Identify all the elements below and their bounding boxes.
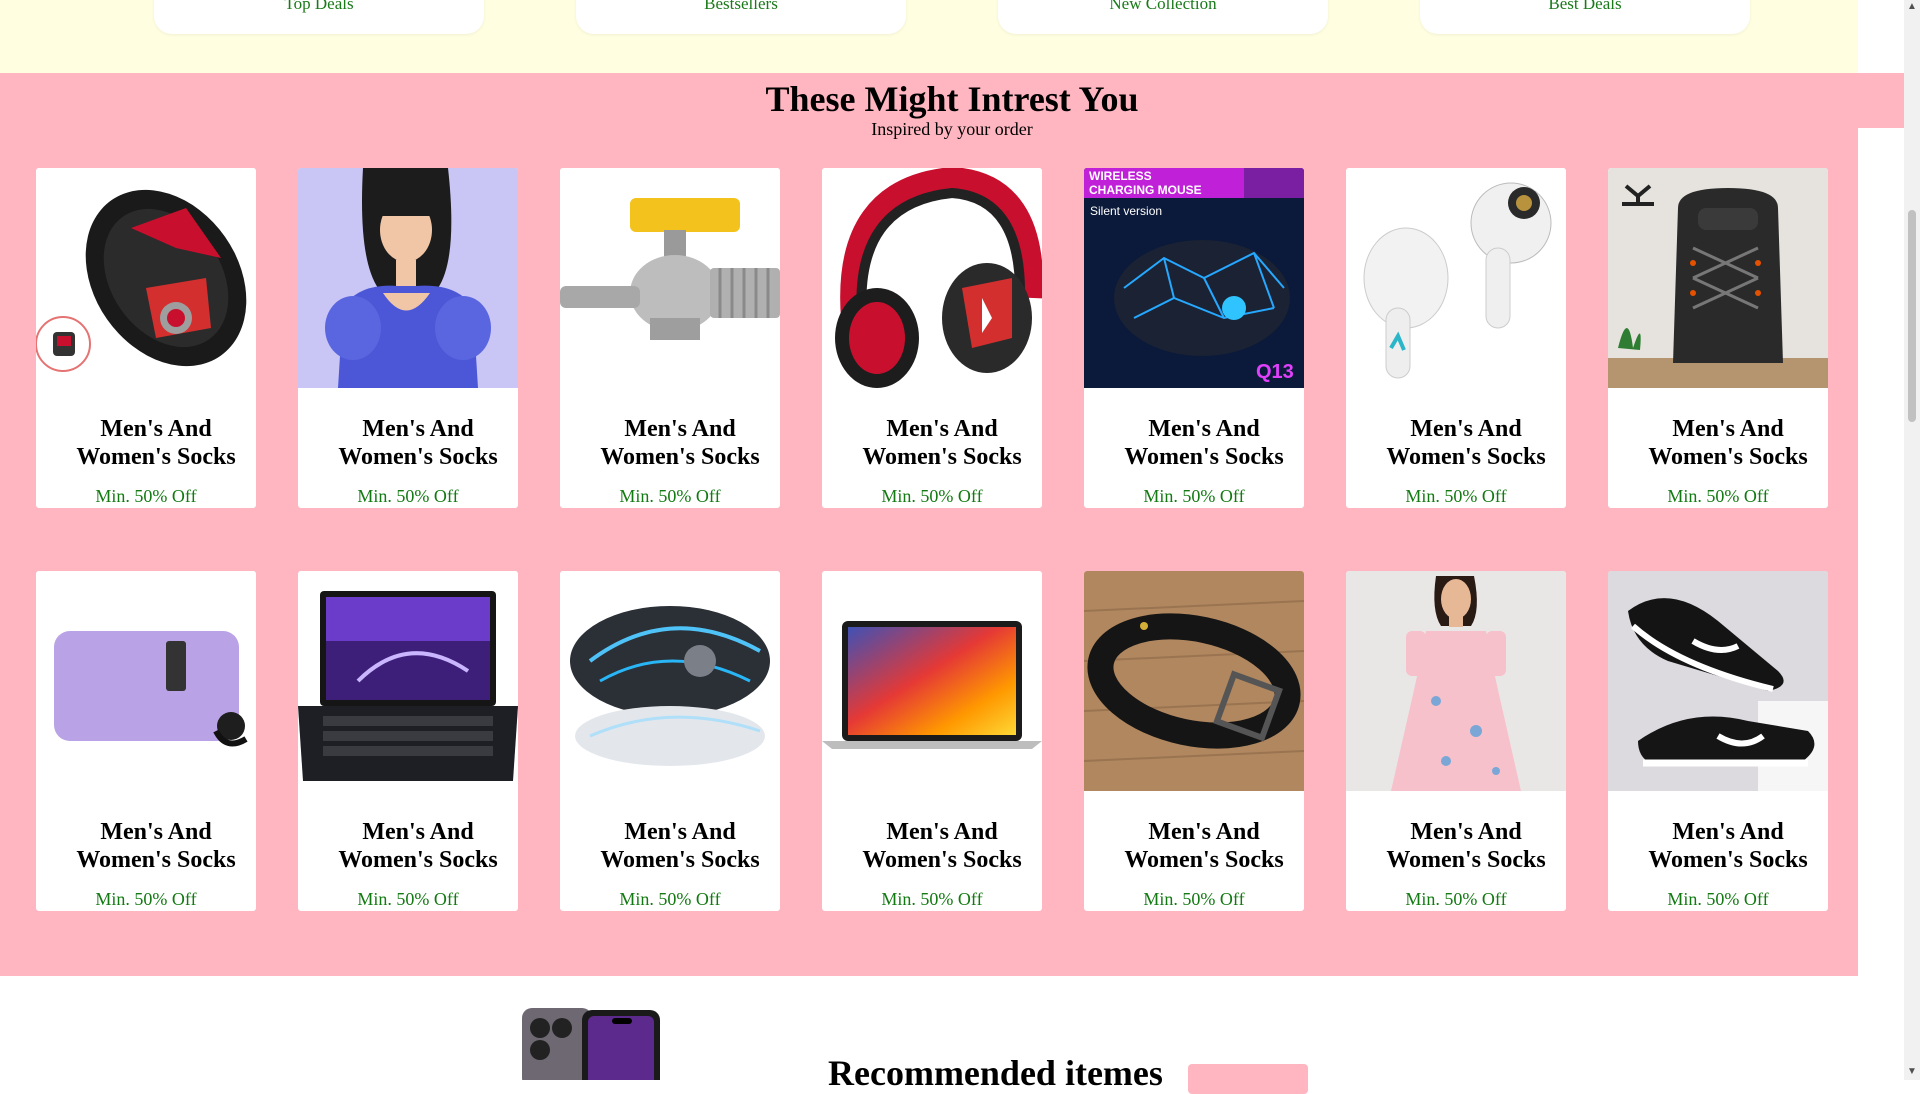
product-name: Men's And Women's Socks xyxy=(600,416,760,470)
product-offer: Min. 50% Off xyxy=(95,486,197,506)
product-name: Men's And Women's Socks xyxy=(1124,819,1284,873)
product-offer: Min. 50% Off xyxy=(1405,889,1507,909)
product-card[interactable]: Men's And Women's Socks Min. 50% Off xyxy=(822,571,1042,911)
product-image-ball-valve xyxy=(560,168,780,388)
product-name: Men's And Women's Socks xyxy=(600,819,760,873)
product-image-gaming-mouse xyxy=(36,168,256,388)
model-label: Q13 xyxy=(1256,361,1294,383)
product-name: Men's And Women's Socks xyxy=(76,819,236,873)
category-label: Best Deals xyxy=(1548,0,1622,13)
section-title: These Might Intrest You xyxy=(765,79,1139,119)
product-name: Men's And Women's Socks xyxy=(338,416,498,470)
product-card[interactable]: Men's And Women's Socks Min. 50% Off xyxy=(1608,168,1828,508)
product-image-gaming-mouse xyxy=(560,571,780,791)
category-card-top-deals[interactable]: Top Deals xyxy=(154,0,484,34)
product-image-sneakers xyxy=(1608,571,1828,791)
category-label: Bestsellers xyxy=(704,0,778,13)
product-image-earbuds xyxy=(1346,168,1566,388)
product-offer: Min. 50% Off xyxy=(357,486,459,506)
recommended-title: Recommended itemes xyxy=(828,1053,1163,1093)
product-name: Men's And Women's Socks xyxy=(76,416,236,470)
category-card-bestsellers[interactable]: Bestsellers xyxy=(576,0,906,34)
category-card-best-deals[interactable]: Best Deals xyxy=(1420,0,1750,34)
category-card-new-collection[interactable]: New Collection xyxy=(998,0,1328,34)
product-offer: Min. 50% Off xyxy=(881,486,983,506)
product-image-laptop xyxy=(298,571,518,791)
product-name: Men's And Women's Socks xyxy=(862,416,1022,470)
product-image-backpack xyxy=(1608,168,1828,388)
product-name: Men's And Women's Socks xyxy=(1386,819,1546,873)
product-image-phone xyxy=(520,1000,680,1090)
product-offer: Min. 50% Off xyxy=(619,889,721,909)
product-offer: Min. 50% Off xyxy=(1667,889,1769,909)
scroll-down-icon[interactable]: ▼ xyxy=(1907,1067,1917,1077)
product-card[interactable]: Men's And Women's Socks Min. 50% Off xyxy=(1084,571,1304,911)
product-image-wireless-mouse: WIRELESS CHARGING MOUSE Silent version Q… xyxy=(1084,168,1304,388)
badge-subtitle: Silent version xyxy=(1090,204,1162,218)
product-card[interactable]: WIRELESS CHARGING MOUSE Silent version Q… xyxy=(1084,168,1304,508)
product-card[interactable]: Men's And Women's Socks Min. 50% Off xyxy=(1346,168,1566,508)
product-card[interactable]: Men's And Women's Socks Min. 50% Off xyxy=(298,168,518,508)
product-image-headphones xyxy=(822,168,1042,388)
product-offer: Min. 50% Off xyxy=(357,889,459,909)
view-all-button[interactable] xyxy=(1188,1064,1308,1094)
product-card[interactable]: Men's And Women's Socks Min. 50% Off xyxy=(1608,571,1828,911)
product-name: Men's And Women's Socks xyxy=(1648,819,1808,873)
product-offer: Min. 50% Off xyxy=(1667,486,1769,506)
scrollbar-thumb[interactable] xyxy=(1908,210,1916,422)
product-offer: Min. 50% Off xyxy=(619,486,721,506)
top-category-strip: Top Deals Bestsellers New Collection Bes… xyxy=(0,0,1858,73)
product-name: Men's And Women's Socks xyxy=(338,819,498,873)
category-label: New Collection xyxy=(1109,0,1217,13)
badge-line-1: WIRELESS xyxy=(1089,169,1152,183)
product-image-belt xyxy=(1084,571,1304,791)
product-image-case xyxy=(36,571,256,791)
product-card[interactable]: Men's And Women's Socks Min. 50% Off xyxy=(822,168,1042,508)
product-image-macbook xyxy=(822,571,1042,791)
badge-line-2: CHARGING MOUSE xyxy=(1089,183,1202,197)
product-card[interactable]: Men's And Women's Socks Min. 50% Off xyxy=(560,571,780,911)
product-offer: Min. 50% Off xyxy=(1405,486,1507,506)
product-offer: Min. 50% Off xyxy=(881,889,983,909)
product-name: Men's And Women's Socks xyxy=(1648,416,1808,470)
product-name: Men's And Women's Socks xyxy=(1386,416,1546,470)
product-card[interactable]: Men's And Women's Socks Min. 50% Off xyxy=(36,571,256,911)
product-name: Men's And Women's Socks xyxy=(862,819,1022,873)
category-label: Top Deals xyxy=(284,0,354,13)
product-card[interactable]: Men's And Women's Socks Min. 50% Off xyxy=(560,168,780,508)
product-offer: Min. 50% Off xyxy=(1143,486,1245,506)
product-card[interactable]: Men's And Women's Socks Min. 50% Off xyxy=(36,168,256,508)
product-card[interactable]: Men's And Women's Socks Min. 50% Off xyxy=(1346,571,1566,911)
product-card[interactable]: Men's And Women's Socks Min. 50% Off xyxy=(298,571,518,911)
product-image-woman-top xyxy=(298,168,518,388)
product-name: Men's And Women's Socks xyxy=(1124,416,1284,470)
page-scrollbar[interactable]: ▲ ▼ xyxy=(1904,0,1920,1080)
product-offer: Min. 50% Off xyxy=(95,889,197,909)
product-offer: Min. 50% Off xyxy=(1143,889,1245,909)
scroll-up-icon[interactable]: ▲ xyxy=(1907,2,1917,12)
product-image-dress xyxy=(1346,571,1566,791)
section-subtitle: Inspired by your order xyxy=(871,119,1033,139)
